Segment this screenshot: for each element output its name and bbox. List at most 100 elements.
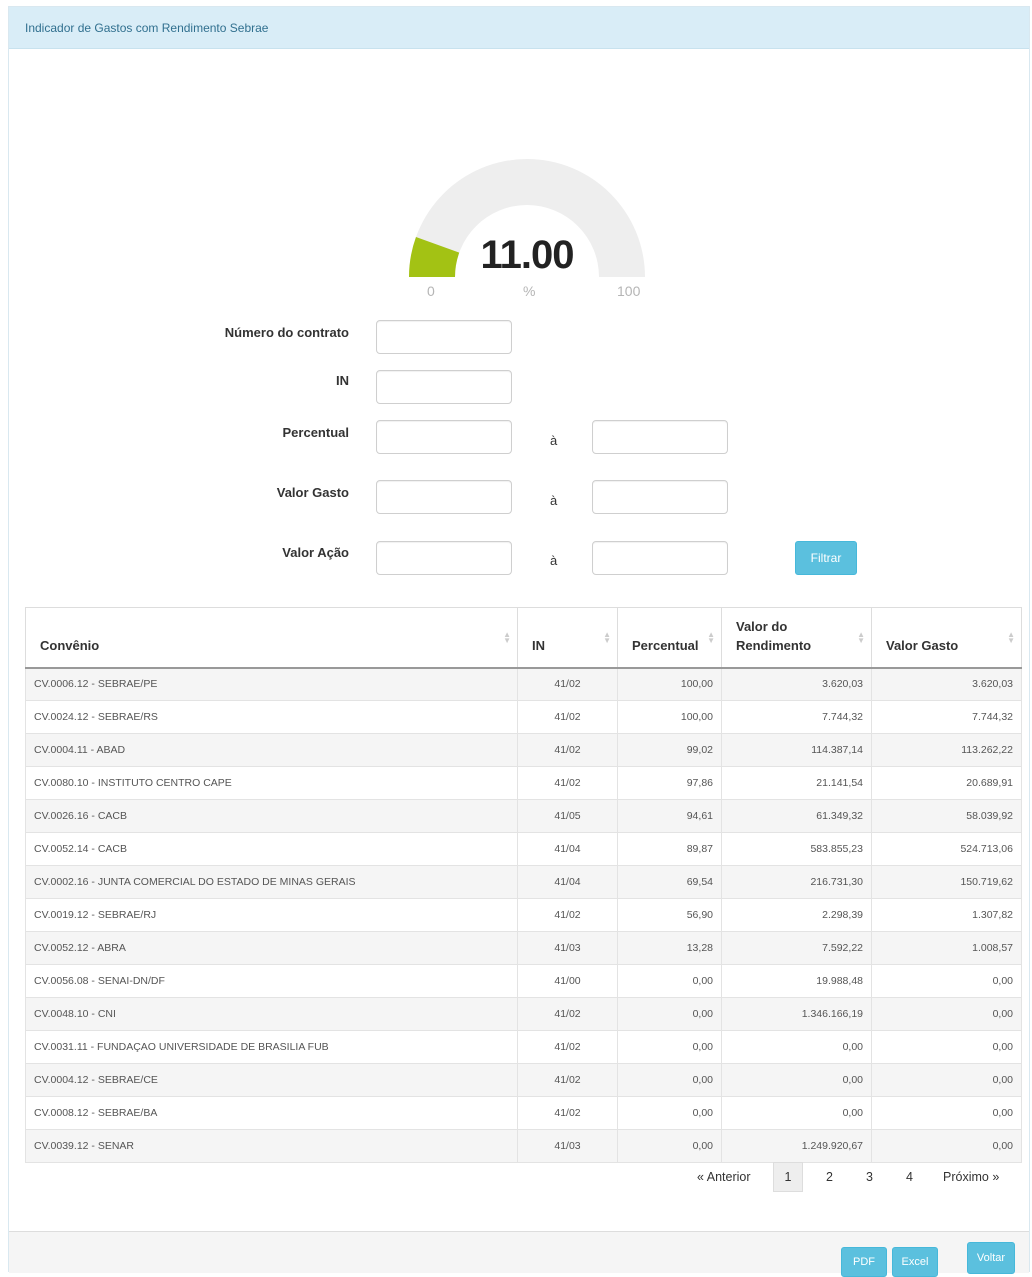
pagination-prev[interactable]: « Anterior xyxy=(697,1161,751,1193)
cell-convenio: CV.0008.12 - SEBRAE/BA xyxy=(25,1096,518,1130)
col-header-label: Convênio xyxy=(40,637,100,653)
valor-gasto-max-input[interactable] xyxy=(592,480,728,514)
cell-percentual: 0,00 xyxy=(617,964,722,998)
pagination: « Anterior 1 2 3 4 Próximo » xyxy=(9,1161,1029,1193)
table-row: CV.0019.12 - SEBRAE/RJ 41/02 56,90 2.298,39… xyxy=(25,898,1022,932)
cell-convenio: CV.0031.11 - FUNDAÇAO UNIVERSIDADE DE BR… xyxy=(25,1030,518,1064)
cell-in: 41/02 xyxy=(517,700,618,734)
percentual-max-input[interactable] xyxy=(592,420,728,454)
excel-button[interactable]: Excel xyxy=(892,1247,938,1277)
col-header-convenio[interactable]: Convênio ▲ ▼ xyxy=(25,607,518,669)
filter-button[interactable]: Filtrar xyxy=(795,541,857,575)
cell-percentual: 100,00 xyxy=(617,667,722,701)
cell-valor-gasto: 3.620,03 xyxy=(871,667,1022,701)
col-header-valor-rendimento[interactable]: Valor do Rendimento ▲ ▼ xyxy=(721,607,872,669)
contrato-input[interactable] xyxy=(376,320,512,354)
cell-in: 41/02 xyxy=(517,997,618,1031)
cell-convenio: CV.0002.16 - JUNTA COMERCIAL DO ESTADO D… xyxy=(25,865,518,899)
cell-valor-gasto: 0,00 xyxy=(871,1096,1022,1130)
percentage-gauge: 11.00 0 % 100 xyxy=(397,137,657,307)
cell-in: 41/02 xyxy=(517,1096,618,1130)
cell-in: 41/02 xyxy=(517,898,618,932)
cell-valor-rendimento: 1.249.920,67 xyxy=(721,1129,872,1163)
cell-percentual: 99,02 xyxy=(617,733,722,767)
in-label: IN xyxy=(336,373,349,388)
cell-valor-rendimento: 19.988,48 xyxy=(721,964,872,998)
cell-in: 41/03 xyxy=(517,1129,618,1163)
cell-percentual: 13,28 xyxy=(617,931,722,965)
table-header-row: Convênio ▲ ▼ IN ▲ ▼ Percentual ▲ ▼ Valor do Re… xyxy=(25,607,1022,669)
in-input[interactable] xyxy=(376,370,512,404)
table-row: CV.0052.14 - CACB 41/04 89,87 583.855,23 524… xyxy=(25,832,1022,866)
sort-icon: ▲ ▼ xyxy=(857,630,865,645)
page-title: Indicador de Gastos com Rendimento Sebra… xyxy=(25,21,269,35)
pdf-button[interactable]: PDF xyxy=(841,1247,887,1277)
table-row: CV.0002.16 - JUNTA COMERCIAL DO ESTADO D… xyxy=(25,865,1022,899)
cell-valor-rendimento: 0,00 xyxy=(721,1030,872,1064)
col-header-label: IN xyxy=(532,637,545,653)
pagination-page-4[interactable]: 4 xyxy=(906,1161,913,1193)
cell-in: 41/02 xyxy=(517,1063,618,1097)
table-row: CV.0006.12 - SEBRAE/PE 41/02 100,00 3.620,0… xyxy=(25,667,1022,701)
contrato-label: Número do contrato xyxy=(224,325,349,340)
cell-valor-gasto: 0,00 xyxy=(871,1129,1022,1163)
cell-convenio: CV.0004.11 - ABAD xyxy=(25,733,518,767)
cell-valor-gasto: 0,00 xyxy=(871,997,1022,1031)
cell-valor-rendimento: 7.592,22 xyxy=(721,931,872,965)
cell-valor-gasto: 0,00 xyxy=(871,1030,1022,1064)
table-row: CV.0031.11 - FUNDAÇAO UNIVERSIDADE DE BR… xyxy=(25,1030,1022,1064)
col-header-valor-gasto[interactable]: Valor Gasto ▲ ▼ xyxy=(871,607,1022,669)
cell-valor-gasto: 20.689,91 xyxy=(871,766,1022,800)
cell-convenio: CV.0052.14 - CACB xyxy=(25,832,518,866)
panel-footer: PDF Excel Voltar xyxy=(9,1231,1029,1277)
table-row: CV.0008.12 - SEBRAE/BA 41/02 0,00 0,00 0,00 xyxy=(25,1096,1022,1130)
table-row: CV.0056.08 - SENAI-DN/DF 41/00 0,00 19.988,… xyxy=(25,964,1022,998)
pagination-page-1[interactable]: 1 xyxy=(773,1162,803,1192)
gauge-min-label: 0 xyxy=(427,283,435,299)
voltar-button[interactable]: Voltar xyxy=(967,1242,1015,1274)
cell-valor-rendimento: 3.620,03 xyxy=(721,667,872,701)
cell-percentual: 89,87 xyxy=(617,832,722,866)
cell-percentual: 56,90 xyxy=(617,898,722,932)
cell-convenio: CV.0026.16 - CACB xyxy=(25,799,518,833)
sort-icon: ▲ ▼ xyxy=(503,630,511,645)
cell-valor-gasto: 524.713,06 xyxy=(871,832,1022,866)
percentual-min-input[interactable] xyxy=(376,420,512,454)
cell-valor-rendimento: 61.349,32 xyxy=(721,799,872,833)
cell-in: 41/03 xyxy=(517,931,618,965)
valor-acao-max-input[interactable] xyxy=(592,541,728,575)
valor-acao-min-input[interactable] xyxy=(376,541,512,575)
cell-valor-gasto: 58.039,92 xyxy=(871,799,1022,833)
cell-percentual: 0,00 xyxy=(617,1030,722,1064)
table-row: CV.0052.12 - ABRA 41/03 13,28 7.592,22 1.008… xyxy=(25,931,1022,965)
table-row: CV.0039.12 - SENAR 41/03 0,00 1.249.920,67 0… xyxy=(25,1129,1022,1163)
cell-valor-rendimento: 21.141,54 xyxy=(721,766,872,800)
pagination-page-2[interactable]: 2 xyxy=(826,1161,833,1193)
cell-convenio: CV.0004.12 - SEBRAE/CE xyxy=(25,1063,518,1097)
cell-percentual: 0,00 xyxy=(617,1129,722,1163)
table-row: CV.0080.10 - INSTITUTO CENTRO CAPE 41/02 9… xyxy=(25,766,1022,800)
cell-in: 41/05 xyxy=(517,799,618,833)
cell-convenio: CV.0019.12 - SEBRAE/RJ xyxy=(25,898,518,932)
cell-in: 41/04 xyxy=(517,832,618,866)
main-panel: Indicador de Gastos com Rendimento Sebra… xyxy=(8,6,1030,1277)
pagination-page-3[interactable]: 3 xyxy=(866,1161,873,1193)
valor-acao-label: Valor Ação xyxy=(282,545,349,560)
pagination-next[interactable]: Próximo » xyxy=(943,1161,999,1193)
percentual-label: Percentual xyxy=(282,425,349,440)
cell-convenio: CV.0039.12 - SENAR xyxy=(25,1129,518,1163)
cell-valor-rendimento: 0,00 xyxy=(721,1063,872,1097)
cell-valor-rendimento: 2.298,39 xyxy=(721,898,872,932)
cell-percentual: 94,61 xyxy=(617,799,722,833)
cell-convenio: CV.0056.08 - SENAI-DN/DF xyxy=(25,964,518,998)
col-header-percentual[interactable]: Percentual ▲ ▼ xyxy=(617,607,722,669)
cell-valor-rendimento: 583.855,23 xyxy=(721,832,872,866)
col-header-in[interactable]: IN ▲ ▼ xyxy=(517,607,618,669)
valor-gasto-min-input[interactable] xyxy=(376,480,512,514)
cell-percentual: 100,00 xyxy=(617,700,722,734)
cell-convenio: CV.0080.10 - INSTITUTO CENTRO CAPE xyxy=(25,766,518,800)
valor-gasto-range-sep: à xyxy=(550,493,558,508)
sort-icon: ▲ ▼ xyxy=(707,630,715,645)
cell-convenio: CV.0052.12 - ABRA xyxy=(25,931,518,965)
cell-in: 41/02 xyxy=(517,733,618,767)
